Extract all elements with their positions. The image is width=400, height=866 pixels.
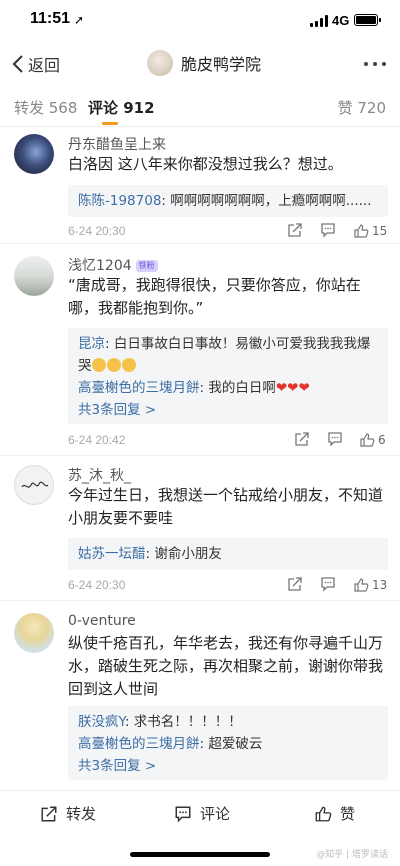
battery-icon bbox=[354, 14, 381, 26]
location-icon: ➚ bbox=[74, 13, 85, 27]
comment-date: 6-24 20:42 bbox=[68, 433, 126, 447]
more-replies-link[interactable]: 共3条回复 > bbox=[78, 399, 378, 421]
comment-author[interactable]: 丹东醋鱼呈上来 bbox=[68, 134, 166, 154]
like-count: 15 bbox=[372, 224, 388, 238]
reply-author[interactable]: 高臺榭色的三塊月餅 bbox=[78, 736, 200, 752]
status-time: 11:51 bbox=[30, 10, 71, 27]
like-button[interactable]: 13 bbox=[353, 577, 387, 593]
status-bar: 11:51 ➚ 4G bbox=[0, 0, 400, 44]
page-title[interactable]: 脆皮鸭学院 bbox=[147, 50, 261, 76]
comment-date: 6-24 20:30 bbox=[68, 224, 126, 238]
home-indicator[interactable] bbox=[130, 852, 270, 857]
comment-label: 评论 bbox=[200, 805, 231, 823]
reply-box[interactable]: 陈陈-198708: 啊啊啊啊啊啊啊，上瘾啊啊啊...... bbox=[68, 185, 388, 217]
like-label: 赞 bbox=[340, 805, 356, 823]
comment-icon[interactable] bbox=[320, 576, 336, 592]
reply-text: : 谢俞小朋友 bbox=[145, 546, 222, 562]
back-label: 返回 bbox=[28, 56, 61, 75]
tab-like[interactable]: 赞 720 bbox=[338, 97, 386, 118]
reply-item: 昆凉: 白日事故白日事故！易徽小可爱我我我我爆哭 bbox=[78, 333, 378, 377]
crying-emoji-icon bbox=[91, 358, 137, 374]
account-avatar bbox=[147, 50, 173, 76]
reply-item: 姑苏一坛醋: 谢俞小朋友 bbox=[78, 543, 378, 565]
reply-author[interactable]: 朕没疯Y bbox=[78, 714, 125, 730]
comment-icon[interactable] bbox=[327, 431, 343, 447]
divider bbox=[0, 126, 400, 127]
like-button[interactable]: 15 bbox=[353, 223, 387, 239]
avatar[interactable] bbox=[14, 134, 54, 174]
signal-icon bbox=[310, 15, 328, 27]
watermark: @知乎 | 塔罗读话 bbox=[316, 850, 388, 860]
tab-bar: 转发 568 评论 912 赞 720 bbox=[0, 92, 400, 126]
share-icon[interactable] bbox=[287, 222, 303, 238]
page-title-text: 脆皮鸭学院 bbox=[181, 55, 262, 74]
chevron-left-icon bbox=[12, 55, 23, 73]
reply-author[interactable]: 姑苏一坛醋 bbox=[78, 546, 146, 562]
reply-box[interactable]: 姑苏一坛醋: 谢俞小朋友 bbox=[68, 538, 388, 570]
network-type: 4G bbox=[332, 13, 350, 28]
comment-text: 白洛因 这八年来你都没想过我么？想过。 bbox=[68, 155, 343, 173]
share-icon[interactable] bbox=[287, 576, 303, 592]
comment-meta: 6-24 20:42 6 bbox=[68, 431, 388, 451]
reply-item: 高臺榭色的三塊月餅: 我的白日啊❤❤❤ bbox=[78, 377, 378, 399]
reply-item: 陈陈-198708: 啊啊啊啊啊啊啊，上瘾啊啊啊...... bbox=[78, 190, 378, 212]
avatar[interactable] bbox=[14, 613, 54, 653]
nav-bar: 返回 脆皮鸭学院 bbox=[0, 44, 400, 84]
reply-text: : 啊啊啊啊啊啊啊，上瘾啊啊啊...... bbox=[161, 193, 372, 209]
repost-button[interactable]: 转发 bbox=[40, 803, 96, 824]
comment-button[interactable]: 评论 bbox=[174, 803, 230, 824]
reply-item: 朕没疯Y: 求书名！！！！！ bbox=[78, 711, 378, 733]
like-button[interactable]: 6 bbox=[359, 432, 386, 448]
like-count: 13 bbox=[372, 578, 388, 592]
more-replies-link[interactable]: 共3条回复 > bbox=[78, 755, 378, 777]
reply-author[interactable]: 陈陈-198708 bbox=[78, 193, 161, 209]
thumbs-up-icon bbox=[354, 578, 369, 592]
comment-meta: 6-24 20:30 15 bbox=[68, 222, 388, 242]
thumbs-up-icon bbox=[315, 806, 332, 821]
reply-text: : 超爱破云 bbox=[199, 736, 263, 752]
bottom-action-bar: 转发 评论 赞 bbox=[0, 790, 400, 834]
reply-author[interactable]: 昆凉 bbox=[78, 336, 105, 352]
fan-badge: 铁粉 bbox=[135, 260, 158, 272]
heart-icon: ❤❤❤ bbox=[275, 380, 310, 396]
comment-icon[interactable] bbox=[320, 222, 336, 238]
divider bbox=[0, 600, 400, 601]
tab-repost[interactable]: 转发 568 bbox=[14, 97, 77, 118]
active-tab-indicator bbox=[102, 122, 118, 125]
divider bbox=[0, 455, 400, 456]
back-button[interactable]: 返回 bbox=[12, 52, 60, 76]
avatar[interactable] bbox=[14, 256, 54, 296]
reply-box[interactable]: 昆凉: 白日事故白日事故！易徽小可爱我我我我爆哭 高臺榭色的三塊月餅: 我的白日… bbox=[68, 328, 388, 424]
like-button[interactable]: 赞 bbox=[314, 803, 355, 824]
reply-author[interactable]: 高臺榭色的三塊月餅 bbox=[78, 380, 200, 396]
comment-text: “唐成哥，我跑得很快，只要你答应，你站在哪，我都能抱到你。” bbox=[68, 276, 361, 317]
comment-text: 纵使千疮百孔，年华老去，我还有你寻遍千山万水，踏破生死之际，再次相聚之前，谢谢你… bbox=[68, 634, 384, 698]
comment-text: 今年过生日，我想送一个钻戒给小朋友，不知道小朋友要不要哇 bbox=[68, 486, 384, 527]
reply-item: 高臺榭色的三塊月餅: 超爱破云 bbox=[78, 733, 378, 755]
repost-label: 转发 bbox=[66, 805, 97, 823]
avatar[interactable] bbox=[14, 465, 54, 505]
comment-author[interactable]: 苏_沐_秋_ bbox=[68, 465, 131, 485]
reply-text: : 求书名！！！！！ bbox=[124, 714, 242, 730]
tab-comment[interactable]: 评论 912 bbox=[88, 97, 155, 118]
more-dots-icon[interactable] bbox=[364, 62, 386, 66]
like-count: 6 bbox=[378, 433, 386, 447]
share-icon bbox=[41, 806, 57, 821]
share-icon[interactable] bbox=[294, 431, 310, 447]
handwriting-avatar-icon bbox=[21, 481, 49, 488]
comment-author-name: 浅忆1204 bbox=[68, 258, 132, 274]
comment-date: 6-24 20:30 bbox=[68, 578, 126, 592]
thumbs-up-icon bbox=[354, 224, 369, 238]
thumbs-up-icon bbox=[360, 433, 375, 447]
comment-author[interactable]: 0-venture bbox=[68, 613, 136, 629]
divider bbox=[0, 243, 400, 244]
reply-box[interactable]: 朕没疯Y: 求书名！！！！！ 高臺榭色的三塊月餅: 超爱破云 共3条回复 > bbox=[68, 706, 388, 780]
comment-author[interactable]: 浅忆1204 铁粉 bbox=[68, 255, 158, 275]
comment-icon bbox=[175, 806, 191, 823]
reply-text: : 我的白日啊 bbox=[199, 380, 276, 396]
comment-meta: 6-24 20:30 13 bbox=[68, 576, 388, 596]
